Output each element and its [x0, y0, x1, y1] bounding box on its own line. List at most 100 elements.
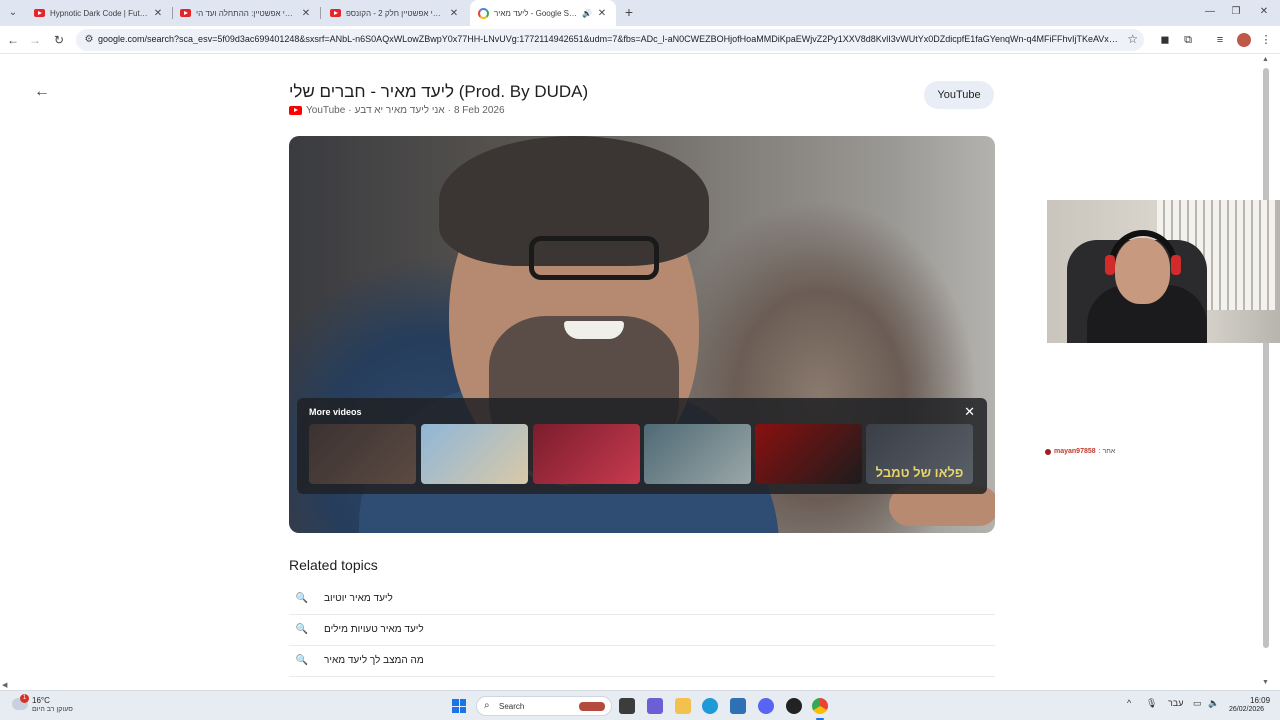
user-badge-icon [1045, 448, 1051, 455]
youtube-icon [289, 106, 302, 115]
weather-temperature[interactable]: 16°C [32, 696, 50, 705]
new-tab-button[interactable]: + [620, 3, 638, 21]
tab-google-search[interactable]: ליעד מאיר - Google Search 🔊 ✕ [470, 0, 616, 26]
close-window-icon[interactable]: ✕ [1250, 0, 1278, 24]
discord-icon[interactable] [758, 698, 774, 714]
teams-icon[interactable] [647, 698, 663, 714]
obs-icon[interactable] [786, 698, 802, 714]
chrome-icon[interactable] [812, 698, 828, 714]
kebab-menu-icon[interactable]: ⋮ [1258, 32, 1274, 48]
headset-earcup [1105, 255, 1115, 275]
scroll-down-arrow-icon[interactable]: ▼ [1262, 679, 1269, 686]
tab-title: ליעד מאיר - Google Search [494, 8, 579, 18]
store-icon[interactable] [730, 698, 746, 714]
notification-badge: 1 [20, 694, 29, 703]
video-player[interactable]: More videos ✕ פלאו של טמבל [289, 136, 995, 533]
search-icon: 🔍 [295, 655, 309, 666]
search-highlight-icon [579, 702, 605, 711]
task-view-icon[interactable] [619, 698, 635, 714]
restore-icon[interactable]: ❐ [1222, 0, 1250, 24]
video-meta: YouTube · אני ליעד מאיר יא דבע · 8 Feb 2… [289, 105, 505, 116]
file-explorer-icon[interactable] [675, 698, 691, 714]
video-thumbnail[interactable] [755, 424, 862, 484]
webcam-overlay [1047, 200, 1280, 343]
chevron-up-icon[interactable]: ^ [1127, 698, 1131, 708]
chat-username: mayan97858 [1054, 448, 1096, 455]
minimize-icon[interactable]: — [1196, 0, 1224, 24]
close-icon[interactable]: ✕ [448, 8, 460, 19]
reload-icon[interactable]: ↻ [50, 31, 68, 49]
tab-search-icon[interactable]: ⌄ [4, 4, 22, 22]
video-thumbnail[interactable] [644, 424, 751, 484]
weather-description[interactable]: סעוקן רב היום [32, 706, 73, 713]
youtube-icon [180, 9, 191, 17]
language-indicator[interactable]: עבר [1168, 698, 1183, 708]
tab-epstein-1[interactable]: גפרי אפשטיין: ההתחלה ועד הי ✕ [172, 0, 320, 26]
display-icon[interactable]: ▭ [1193, 698, 1202, 709]
video-thumbnail[interactable] [309, 424, 416, 484]
tab-hypnotic-dark-code[interactable]: Hypnotic Dark Code | Futuristic ✕ [26, 0, 172, 26]
tab-separator [320, 7, 321, 19]
windows-taskbar: 1 16°C סעוקן רב היום ⌕ Search ^ 🎙 עבר ▭ … [0, 690, 1280, 720]
headset-earcup [1171, 255, 1181, 275]
meta-separator: · [447, 105, 451, 116]
star-icon[interactable]: ☆ [1127, 32, 1138, 46]
search-icon: 🔍 [295, 624, 309, 635]
close-icon[interactable]: ✕ [152, 8, 164, 19]
tab-title: גפרי אפשטיין חלק 2 - הקונספ [346, 8, 444, 18]
extension-icon[interactable]: ◼ [1157, 32, 1173, 48]
clock-time[interactable]: 16:09 [1250, 696, 1270, 705]
media-controls-icon[interactable]: ≡ [1212, 32, 1228, 48]
close-icon[interactable]: ✕ [964, 404, 975, 420]
more-videos-panel: More videos ✕ פלאו של טמבל [297, 398, 987, 494]
open-youtube-button[interactable]: YouTube [924, 81, 994, 109]
search-icon: 🔍 [295, 593, 309, 604]
edge-icon[interactable] [702, 698, 718, 714]
youtube-icon [34, 9, 45, 17]
url-text[interactable]: google.com/search?sca_esv=5f09d3ac699401… [98, 34, 1118, 44]
forward-arrow-icon[interactable]: → [26, 31, 44, 49]
youtube-icon [330, 9, 341, 17]
chat-message: mayan97858 : אחר [1045, 448, 1115, 455]
scrollbar-thumb[interactable] [1263, 68, 1269, 648]
video-thumbnail[interactable]: פלאו של טמבל [866, 424, 973, 484]
page-scrollbar[interactable]: ▲ ▼ [1262, 56, 1270, 686]
related-topic-item[interactable]: 🔍 מה המצב לך ליעד מאיר [289, 646, 995, 677]
site-info-icon[interactable]: ⚙ [82, 33, 96, 47]
tab-epstein-2[interactable]: גפרי אפשטיין חלק 2 - הקונספ ✕ [322, 0, 468, 26]
video-thumbnail[interactable] [421, 424, 528, 484]
close-icon[interactable]: ✕ [596, 8, 608, 19]
related-topics-heading: Related topics [289, 557, 378, 573]
scroll-up-arrow-icon[interactable]: ▲ [1262, 56, 1269, 63]
taskbar-search[interactable]: ⌕ Search [476, 696, 612, 716]
scroll-left-arrow-icon[interactable]: ◀ [2, 681, 7, 689]
google-icon [478, 7, 489, 19]
address-bar[interactable]: ⚙ google.com/search?sca_esv=5f09d3ac6994… [76, 29, 1144, 51]
video-title[interactable]: ליעד מאיר - חברים שלי (Prod. By DUDA) [289, 82, 889, 102]
related-topic-item[interactable]: 🔍 ליעד מאיר טעויות מילים [289, 615, 995, 646]
chat-text: : אחר [1098, 448, 1116, 455]
browser-toolbar: ← → ↻ ⚙ google.com/search?sca_esv=5f09d3… [0, 26, 1280, 54]
back-arrow-icon[interactable]: ← [4, 31, 22, 49]
related-topic-text[interactable]: ליעד מאיר יוטיוב [324, 593, 393, 604]
windows-start-icon[interactable] [452, 699, 466, 713]
close-icon[interactable]: ✕ [300, 8, 312, 19]
related-topic-item[interactable]: 🔍 ליעד מאיר יוטיוב [289, 584, 995, 615]
clock-date[interactable]: 26/02/2026 [1229, 706, 1264, 713]
channel-name: אני ליעד מאיר יא דבע [354, 105, 445, 116]
publish-date: 8 Feb 2026 [453, 105, 505, 116]
more-videos-title: More videos [309, 407, 362, 417]
volume-icon[interactable]: 🔈 [1208, 698, 1219, 709]
tab-title: גפרי אפשטיין: ההתחלה ועד הי [196, 8, 296, 18]
thumbnail-caption: פלאו של טמבל [875, 465, 964, 480]
search-icon: ⌕ [484, 700, 490, 711]
tab-title: Hypnotic Dark Code | Futuristic [50, 8, 148, 18]
back-arrow-icon[interactable]: ← [32, 82, 52, 102]
profile-avatar[interactable] [1237, 33, 1251, 47]
video-thumbnail[interactable] [533, 424, 640, 484]
related-topic-text[interactable]: ליעד מאיר טעויות מילים [324, 624, 424, 635]
related-topic-text[interactable]: מה המצב לך ליעד מאיר [324, 655, 424, 666]
microphone-icon[interactable]: 🎙 [1146, 698, 1157, 709]
puzzle-icon[interactable]: ⧉ [1180, 32, 1196, 48]
speaker-icon[interactable]: 🔊 [582, 9, 592, 18]
